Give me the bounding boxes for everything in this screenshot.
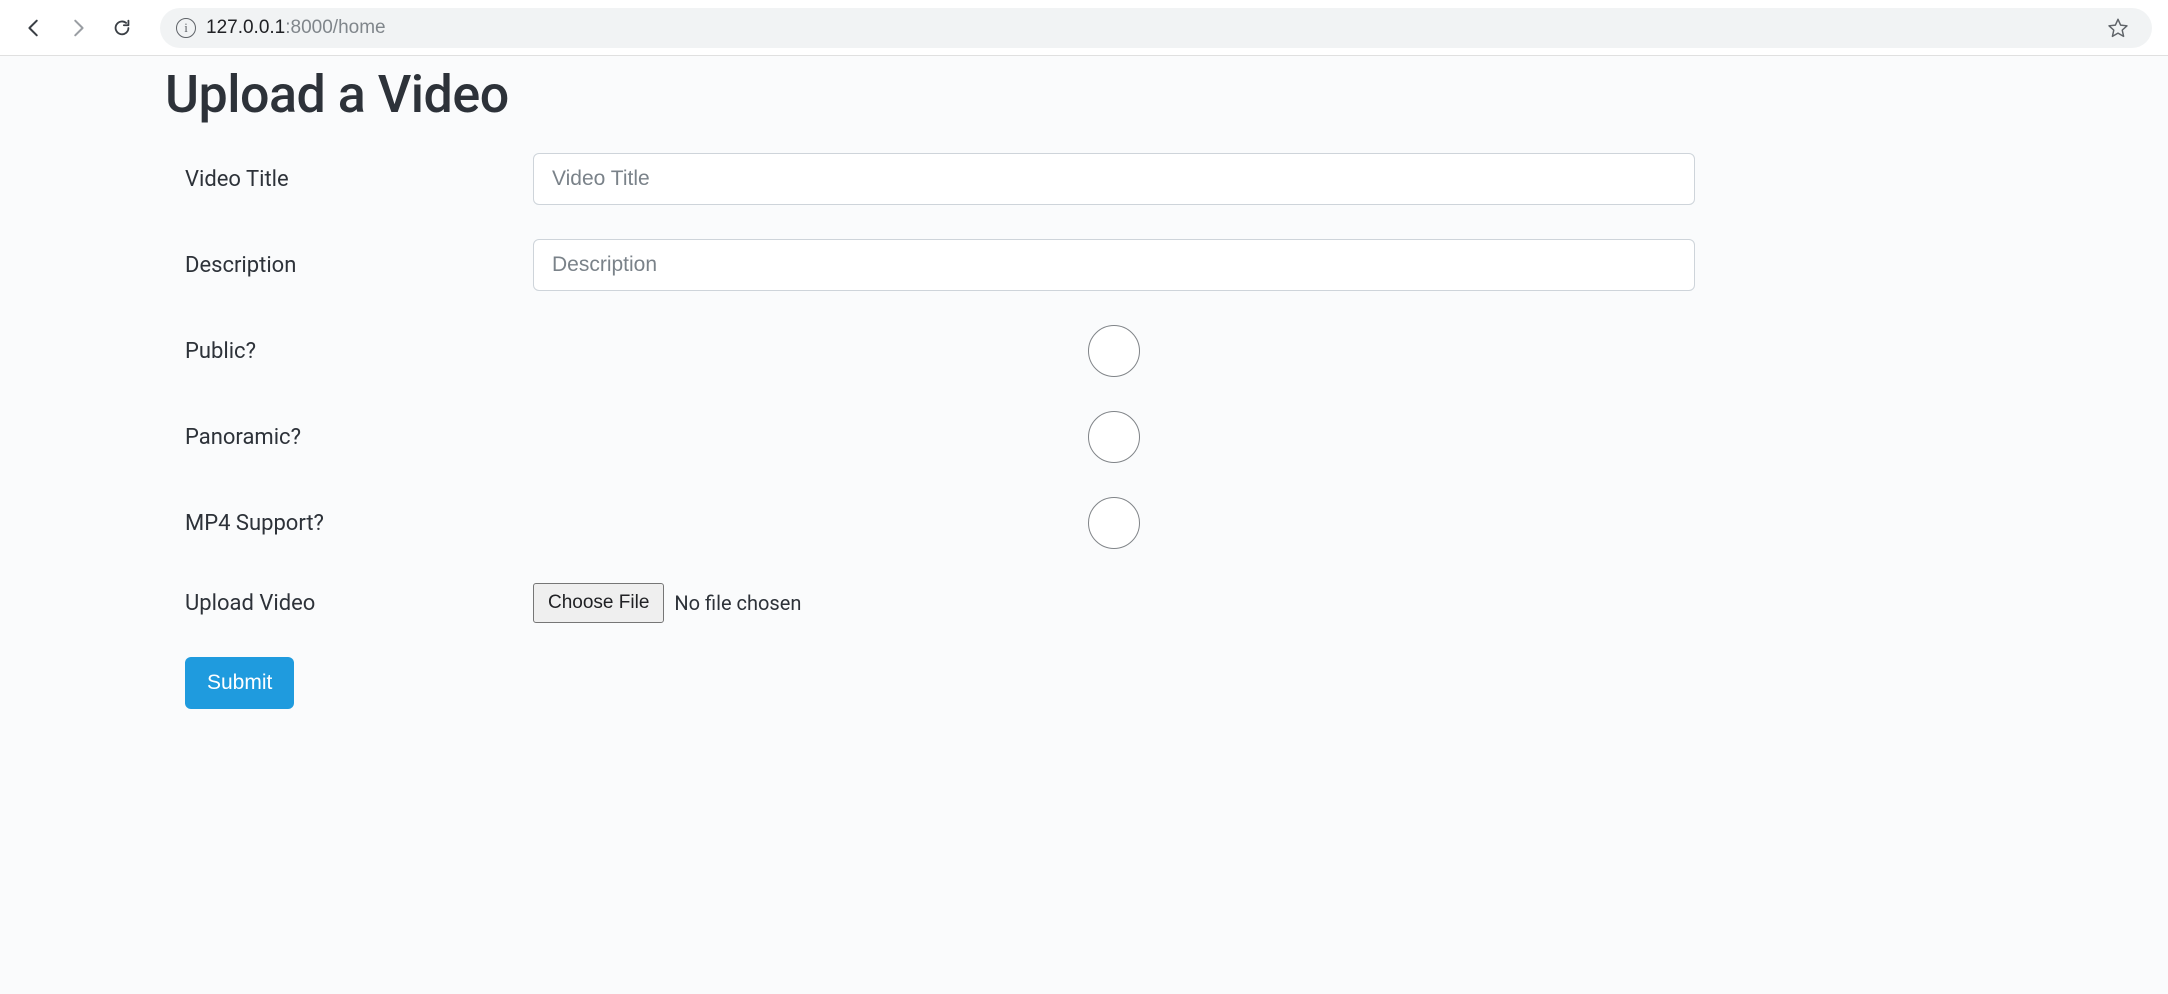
label-panoramic: Panoramic? bbox=[185, 425, 533, 450]
label-upload: Upload Video bbox=[185, 591, 533, 616]
choose-file-button[interactable]: Choose File bbox=[533, 583, 664, 623]
row-upload: Upload Video Choose File No file chosen bbox=[165, 583, 1695, 623]
row-description: Description bbox=[165, 239, 1695, 291]
public-toggle[interactable] bbox=[1088, 325, 1140, 377]
back-button[interactable] bbox=[16, 10, 52, 46]
description-input[interactable] bbox=[533, 239, 1695, 291]
label-video-title: Video Title bbox=[185, 167, 533, 192]
reload-icon bbox=[111, 17, 133, 39]
arrow-right-icon bbox=[67, 17, 89, 39]
label-mp4: MP4 Support? bbox=[185, 511, 533, 536]
label-description: Description bbox=[185, 253, 533, 278]
panoramic-toggle[interactable] bbox=[1088, 411, 1140, 463]
browser-toolbar: i 127.0.0.1:8000/home bbox=[0, 0, 2168, 56]
row-mp4: MP4 Support? bbox=[165, 497, 1695, 549]
row-panoramic: Panoramic? bbox=[165, 411, 1695, 463]
row-video-title: Video Title bbox=[165, 153, 1695, 205]
row-public: Public? bbox=[165, 325, 1695, 377]
forward-button[interactable] bbox=[60, 10, 96, 46]
reload-button[interactable] bbox=[104, 10, 140, 46]
arrow-left-icon bbox=[23, 17, 45, 39]
label-public: Public? bbox=[185, 339, 533, 364]
page-content: Upload a Video Video Title Description P… bbox=[0, 56, 2168, 749]
mp4-toggle[interactable] bbox=[1088, 497, 1140, 549]
bookmark-button[interactable] bbox=[2100, 10, 2136, 46]
star-icon bbox=[2107, 17, 2129, 39]
url-text: 127.0.0.1:8000/home bbox=[206, 17, 386, 39]
page-title: Upload a Video bbox=[165, 64, 1695, 125]
address-bar[interactable]: i 127.0.0.1:8000/home bbox=[160, 8, 2152, 48]
site-info-icon[interactable]: i bbox=[176, 18, 196, 38]
url-host: 127.0.0.1 bbox=[206, 17, 285, 38]
video-title-input[interactable] bbox=[533, 153, 1695, 205]
file-status-text: No file chosen bbox=[674, 591, 801, 615]
submit-button[interactable]: Submit bbox=[185, 657, 294, 709]
url-path: :8000/home bbox=[285, 17, 385, 38]
